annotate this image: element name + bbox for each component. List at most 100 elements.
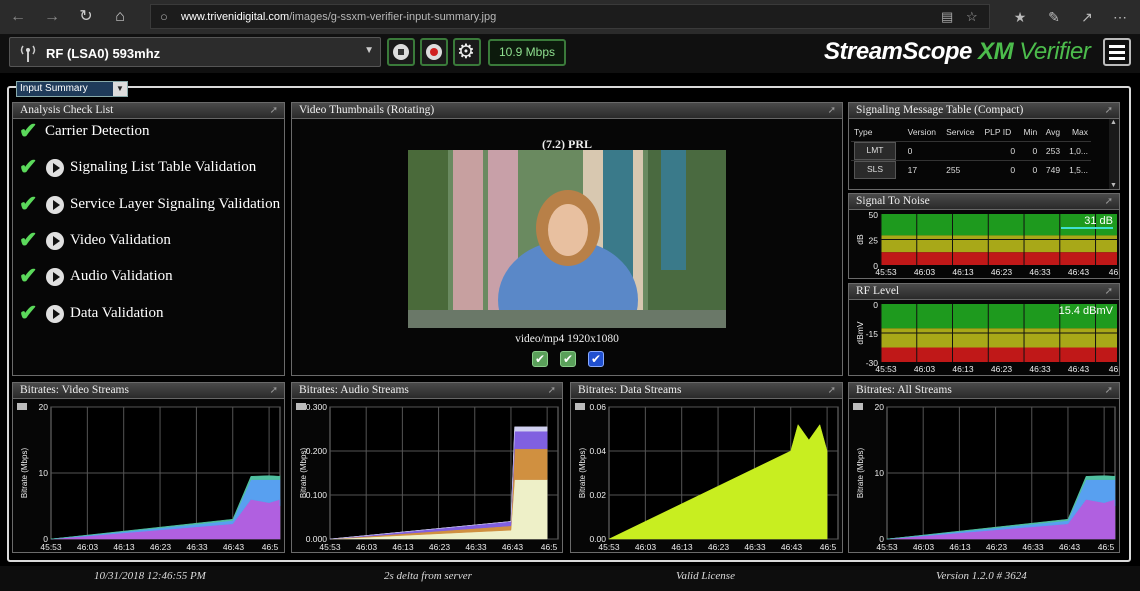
back-icon[interactable]: ← (8, 7, 28, 27)
x-tick-label: 46:5 (541, 542, 558, 552)
checkmark-icon: ✔ (19, 154, 38, 180)
settings-button[interactable]: ⚙ (453, 38, 481, 66)
hamburger-menu-button[interactable] (1103, 38, 1131, 66)
pin-icon[interactable]: ➚ (1105, 103, 1113, 118)
x-tick-label: 46:43 (223, 542, 245, 552)
video-thumbnail[interactable] (408, 150, 726, 328)
pin-icon[interactable]: ➚ (270, 383, 278, 398)
signaling-table: Type Version Service PLP ID Min Avg Max LMT 0 0 0… (851, 123, 1091, 179)
share-icon[interactable]: ↗ (1077, 7, 1097, 27)
x-tick-label: 46:03 (635, 542, 657, 552)
thumbnail-checkbox-2[interactable]: ✔ (560, 351, 576, 367)
more-icon[interactable]: ⋯ (1110, 7, 1130, 27)
y-tick-label: 0.300 (306, 402, 328, 412)
source-selector[interactable]: RF (LSA0) 593mhz ▼ (9, 37, 381, 67)
favorite-star-icon[interactable]: ☆ (966, 9, 978, 25)
play-icon[interactable] (46, 231, 64, 250)
browser-toolbar: ← → ↻ ⌂ ○ www.trivenidigital.com/images/… (0, 0, 1140, 35)
pin-icon[interactable]: ➚ (548, 383, 556, 398)
y-tick-label: 20 (39, 402, 49, 412)
x-tick-label: 46:13 (671, 542, 693, 552)
play-icon[interactable] (46, 304, 64, 323)
y-axis-label: dB (855, 234, 865, 245)
table-row[interactable]: SLS 17 255 0 0 749 1,5... (851, 160, 1091, 179)
panel-title: Signaling Message Table (Compact) ➚ (849, 103, 1119, 119)
x-tick-label: 46:5 (1109, 364, 1119, 374)
x-tick-label: 46:13 (952, 267, 974, 277)
x-tick-label: 46:03 (913, 542, 935, 552)
analysis-check-list-panel: Analysis Check List ➚ ✔ Carrier Detection ✔… (12, 102, 285, 376)
pen-icon[interactable]: ✎ (1044, 7, 1064, 27)
check-item-label: Carrier Detection (45, 123, 150, 139)
video-bitrate-panel: Bitrates: Video Streams ➚ 20 10 0 45:53 46:03… (12, 382, 285, 553)
column-header[interactable]: Avg (1040, 123, 1063, 142)
check-item-label: Audio Validation (70, 268, 173, 285)
footer-delta: 2s delta from server (384, 570, 472, 582)
checkmark-icon: ✔ (19, 118, 38, 143)
audio-bitrate-chart: 0.3000.2000.1000.00045:53 46:03 46:13 46:23… (296, 402, 559, 552)
column-header[interactable]: Type (851, 123, 905, 142)
column-header[interactable]: Max (1063, 123, 1091, 142)
home-icon[interactable]: ⌂ (110, 7, 130, 27)
site-info-icon[interactable]: ○ (160, 9, 168, 24)
table-cell: 1,0... (1063, 141, 1091, 161)
pin-icon[interactable]: ➚ (828, 383, 836, 398)
column-header[interactable]: Service (943, 123, 981, 142)
favorites-icon[interactable]: ★ (1010, 7, 1030, 27)
stop-button[interactable] (387, 38, 415, 66)
x-tick-label: 46:23 (986, 542, 1008, 552)
view-selector[interactable]: Input Summary ▼ (16, 81, 128, 97)
refresh-icon[interactable]: ↻ (76, 7, 96, 27)
play-icon[interactable] (46, 195, 64, 214)
video-bitrate-chart: 2010045:53 46:03 46:13 46:23 46:33 46:43 46:5B… (17, 402, 281, 552)
record-button[interactable] (420, 38, 448, 66)
column-header[interactable]: PLP ID (982, 123, 1019, 142)
x-tick-label: 46:03 (914, 267, 936, 277)
y-tick-label: 0.200 (306, 446, 328, 456)
pin-icon[interactable]: ➚ (270, 103, 278, 118)
play-icon[interactable] (46, 159, 64, 178)
x-tick-label: 46:43 (1059, 542, 1081, 552)
y-tick-label: 0.06 (589, 402, 606, 412)
y-tick-label: 20 (875, 402, 885, 412)
bitrate-readout: 10.9 Mbps (488, 39, 566, 66)
y-tick-label: 0.100 (306, 490, 328, 500)
thumbnail-checkbox-1[interactable]: ✔ (532, 351, 548, 367)
pin-icon[interactable]: ➚ (828, 103, 836, 118)
pin-icon[interactable]: ➚ (1105, 194, 1113, 209)
y-tick-label: 50 (869, 210, 879, 220)
reading-view-icon[interactable]: ▤ (941, 9, 953, 25)
x-tick-label: 46:5 (820, 542, 837, 552)
pin-icon[interactable]: ➚ (1105, 284, 1113, 299)
legend-toggle-icon (17, 403, 27, 410)
x-tick-label: 46:43 (502, 542, 524, 552)
y-tick-label: -15 (866, 329, 879, 339)
data-bitrate-chart: 0.060.040.020.0045:53 46:03 46:13 46:23 46:3… (575, 402, 839, 552)
column-header[interactable]: Version (905, 123, 943, 142)
checkmark-icon: ✔ (19, 263, 38, 289)
type-button[interactable]: LMT (854, 142, 896, 160)
video-format-label: video/mp4 1920x1080 (515, 333, 619, 345)
table-cell: LMT (851, 141, 905, 161)
y-axis-label: dBmV (855, 321, 865, 344)
thumbnail-checkbox-3[interactable]: ✔ (588, 351, 604, 367)
address-bar[interactable]: ○ www.trivenidigital.com/images/g-ssxm-v… (150, 4, 990, 29)
source-label: RF (LSA0) 593mhz (46, 46, 161, 61)
x-tick-label: 46:33 (1029, 267, 1051, 277)
pin-icon[interactable]: ➚ (1105, 383, 1113, 398)
type-button[interactable]: SLS (854, 161, 896, 179)
panel-title: Bitrates: Data Streams ➚ (571, 383, 842, 399)
table-cell: 0 (981, 160, 1019, 179)
table-row[interactable]: LMT 0 0 0 253 1,0... (851, 141, 1091, 161)
play-icon[interactable] (46, 268, 64, 287)
forward-icon[interactable]: → (42, 7, 62, 27)
y-tick-label: 0 (873, 300, 878, 310)
rf-level-chart: 0-15-3045:5346:0346:1346:2346:3346:4346:… (855, 300, 1119, 374)
signaling-table-panel: Signaling Message Table (Compact) ➚ Type V… (848, 102, 1120, 190)
x-tick-label: 46:43 (1068, 267, 1090, 277)
footer-version: Version 1.2.0 # 3624 (936, 570, 1027, 582)
scrollbar[interactable]: ▲ ▼ (1109, 119, 1119, 189)
legend-toggle-icon (853, 403, 863, 410)
column-header[interactable]: Min (1018, 123, 1040, 142)
footer-license: Valid License (676, 570, 735, 582)
